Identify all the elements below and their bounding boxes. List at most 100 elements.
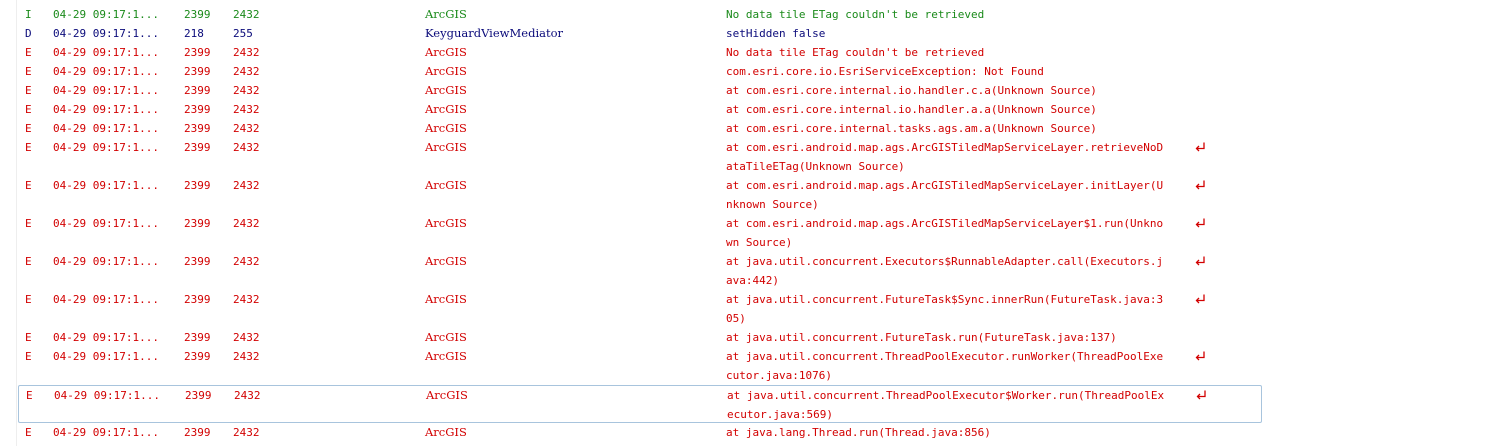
log-row[interactable]: E 04-29 09:17:1... 2399 2432 ArcGIS com.esri.… (18, 62, 1262, 81)
log-pid: 2399 (184, 141, 211, 154)
log-text-line: at java.util.concurrent.Executors$Runnab… (726, 255, 1164, 268)
log-tid: 2432 (233, 179, 260, 192)
log-tag: ArcGIS (425, 64, 467, 78)
log-row[interactable]: E 04-29 09:17:1... 2399 2432 ArcGIS at java.l… (18, 423, 1262, 442)
log-level: D (25, 27, 32, 40)
log-tag: ArcGIS (425, 178, 467, 192)
log-text-line: at com.esri.core.internal.io.handler.c.a… (726, 84, 1097, 97)
log-time: 04-29 09:17:1... (53, 255, 159, 268)
log-text-line: at java.util.concurrent.ThreadPoolExecut… (727, 389, 1165, 402)
log-row[interactable]: E 04-29 09:17:1... 2399 2432 ArcGIS at com.es… (18, 81, 1262, 100)
log-tid: 2432 (233, 255, 260, 268)
log-level: E (25, 103, 32, 116)
log-level: E (25, 426, 32, 439)
log-text-line: No data tile ETag couldn't be retrieved (726, 46, 985, 59)
log-tag: ArcGIS (425, 83, 467, 97)
previous-row-peek (420, 0, 470, 3)
log-pid: 2399 (184, 293, 211, 306)
log-row[interactable]: D 04-29 09:17:1... 218 255 KeyguardViewMedia… (18, 24, 1262, 43)
log-tid: 2432 (233, 84, 260, 97)
log-text-line: wn Source) (726, 236, 793, 249)
log-tid: 2432 (233, 46, 260, 59)
log-text-line: at java.util.concurrent.FutureTask$Sync.… (726, 293, 1164, 306)
log-tid: 2432 (233, 122, 260, 135)
log-text-line: at com.esri.android.map.ags.ArcGISTiledM… (726, 179, 1164, 192)
log-text-line: at com.esri.core.internal.io.handler.a.a… (726, 103, 1097, 116)
log-row[interactable]: E 04-29 09:17:1... 2399 2432 ArcGIS at com.es… (18, 100, 1262, 119)
log-tid: 2432 (233, 141, 260, 154)
log-tid: 255 (233, 27, 253, 40)
log-text-line: cutor.java:1076) (726, 369, 832, 382)
log-text-line: No data tile ETag couldn't be retrieved (726, 8, 985, 21)
log-tag: ArcGIS (425, 7, 467, 21)
log-tag: ArcGIS (425, 102, 467, 116)
log-pid: 2399 (184, 255, 211, 268)
log-time: 04-29 09:17:1... (53, 46, 159, 59)
log-tag: KeyguardViewMediator (425, 26, 564, 40)
log-level: E (25, 255, 32, 268)
log-text-line: ecutor.java:569) (727, 408, 833, 421)
logcat-view[interactable]: I 04-29 09:17:1... 2399 2432 ArcGIS No data t… (0, 0, 1488, 446)
log-time: 04-29 09:17:1... (53, 293, 159, 306)
log-pid: 2399 (185, 389, 212, 402)
log-text-line: nknown Source) (726, 198, 819, 211)
log-level: E (25, 65, 32, 78)
wrap-arrow-icon (1195, 389, 1207, 401)
log-text-line: setHidden false (726, 27, 826, 40)
log-row[interactable]: E 04-29 09:17:1... 2399 2432 ArcGIS at java.u… (18, 347, 1262, 385)
log-tag: ArcGIS (425, 45, 467, 59)
log-pid: 2399 (184, 65, 211, 78)
log-text-line: at java.lang.Thread.run(Thread.java:856) (726, 426, 991, 439)
log-pid: 2399 (184, 46, 211, 59)
log-pid: 218 (184, 27, 204, 40)
log-pid: 2399 (184, 331, 211, 344)
wrap-arrow-icon (1194, 293, 1206, 305)
log-tag: ArcGIS (425, 140, 467, 154)
log-level: E (25, 179, 32, 192)
wrap-arrow-icon (1194, 350, 1206, 362)
log-level: E (26, 389, 33, 402)
log-time: 04-29 09:17:1... (53, 141, 159, 154)
log-row[interactable]: E 04-29 09:17:1... 2399 2432 ArcGIS at java.u… (18, 328, 1262, 347)
log-row[interactable]: E 04-29 09:17:1... 2399 2432 ArcGIS No data t… (18, 43, 1262, 62)
log-row[interactable]: E 04-29 09:17:1... 2399 2432 ArcGIS at java.u… (18, 252, 1262, 290)
log-tid: 2432 (233, 217, 260, 230)
wrap-arrow-icon (1194, 179, 1206, 191)
log-row[interactable]: E 04-29 09:17:1... 2399 2432 ArcGIS at com.es… (18, 214, 1262, 252)
log-tid: 2432 (233, 331, 260, 344)
left-gutter (16, 0, 17, 446)
log-pid: 2399 (184, 122, 211, 135)
log-level: E (25, 46, 32, 59)
log-row[interactable]: E 04-29 09:17:1... 2399 2432 ArcGIS at com.es… (18, 119, 1262, 138)
log-time: 04-29 09:17:1... (53, 103, 159, 116)
log-tag: ArcGIS (425, 292, 467, 306)
log-time: 04-29 09:17:1... (53, 65, 159, 78)
log-row[interactable]: E 04-29 09:17:1... 2399 2432 ArcGIS at com.es… (18, 176, 1262, 214)
wrap-arrow-icon (1194, 217, 1206, 229)
log-tid: 2432 (233, 350, 260, 363)
log-time: 04-29 09:17:1... (53, 8, 159, 21)
log-tid: 2432 (233, 426, 260, 439)
wrap-arrow-icon (1194, 255, 1206, 267)
log-time: 04-29 09:17:1... (54, 389, 160, 402)
log-pid: 2399 (184, 103, 211, 116)
log-text-line: at java.util.concurrent.FutureTask.run(F… (726, 331, 1117, 344)
log-tag: ArcGIS (425, 216, 467, 230)
log-text-line: at java.util.concurrent.ThreadPoolExecut… (726, 350, 1164, 363)
log-row[interactable]: E 04-29 09:17:1... 2399 2432 ArcGIS at java.u… (18, 385, 1262, 423)
log-level: E (25, 350, 32, 363)
log-tag: ArcGIS (425, 330, 467, 344)
log-text-line: 05) (726, 312, 746, 325)
log-tag: ArcGIS (425, 349, 467, 363)
log-row[interactable]: E 04-29 09:17:1... 2399 2432 ArcGIS at com.es… (18, 138, 1262, 176)
log-row[interactable]: E 04-29 09:17:1... 2399 2432 ArcGIS at java.u… (18, 290, 1262, 328)
log-tid: 2432 (233, 65, 260, 78)
log-pid: 2399 (184, 8, 211, 21)
log-level: E (25, 217, 32, 230)
log-pid: 2399 (184, 350, 211, 363)
log-level: E (25, 293, 32, 306)
log-level: E (25, 331, 32, 344)
log-row[interactable]: I 04-29 09:17:1... 2399 2432 ArcGIS No data t… (18, 5, 1262, 24)
log-level: E (25, 84, 32, 97)
log-time: 04-29 09:17:1... (53, 122, 159, 135)
